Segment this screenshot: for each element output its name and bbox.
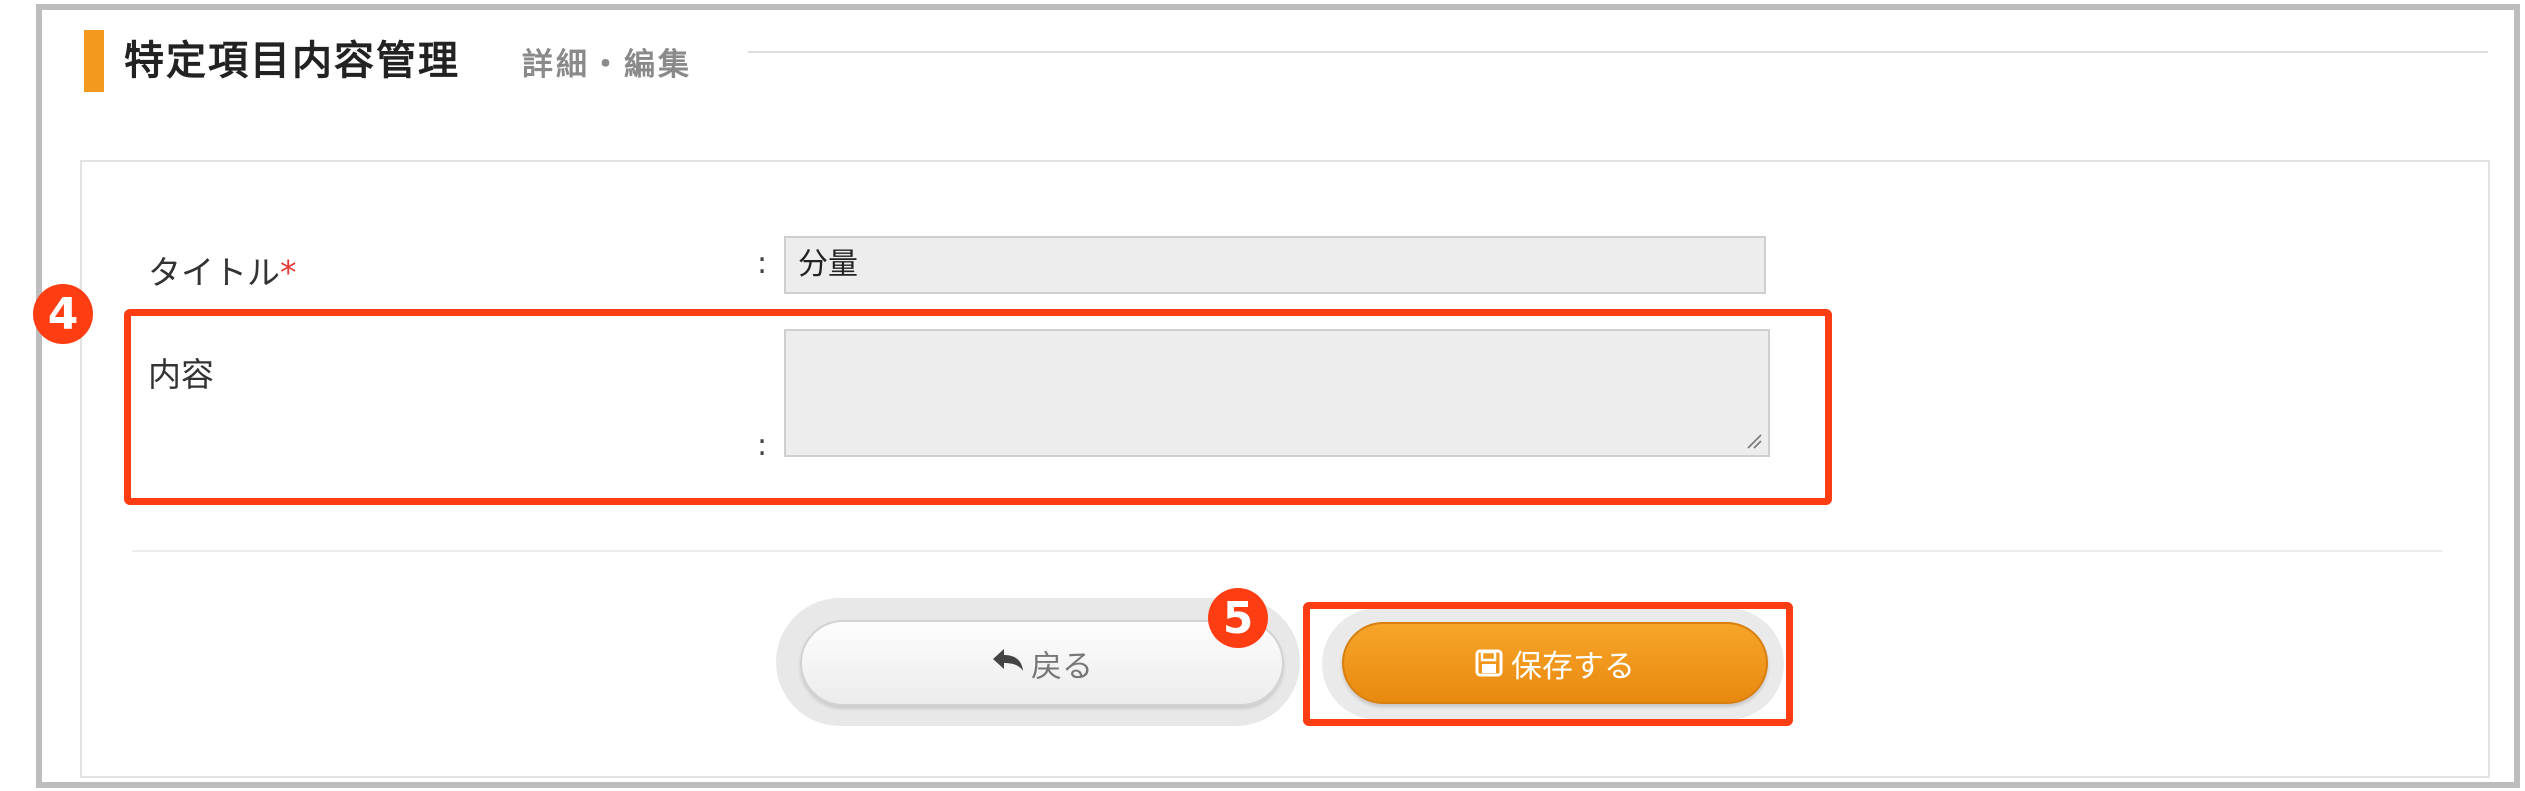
form-divider (132, 550, 2442, 552)
page-title: 特定項目内容管理 (124, 38, 460, 84)
title-field-label: タイトル* (148, 246, 297, 294)
highlight-box-save-button (1303, 602, 1793, 726)
page-subtitle: 詳細・編集 (522, 47, 692, 83)
title-label-text: タイトル (148, 253, 280, 292)
title-input[interactable]: 分量 (784, 236, 1766, 294)
step-badge-4: 4 (33, 284, 93, 344)
highlight-box-content-field (124, 309, 1832, 505)
required-mark: * (280, 253, 297, 292)
reply-arrow-icon (991, 646, 1025, 681)
back-button-label: 戻る (1031, 648, 1093, 685)
title-accent-bar (84, 30, 104, 92)
title-rule (748, 51, 2488, 53)
title-separator: : (757, 246, 768, 281)
step-badge-5: 5 (1208, 588, 1268, 648)
screen: 特定項目内容管理 詳細・編集 タイトル* : 分量 内容 : 戻る 保存する 4… (0, 0, 2525, 791)
